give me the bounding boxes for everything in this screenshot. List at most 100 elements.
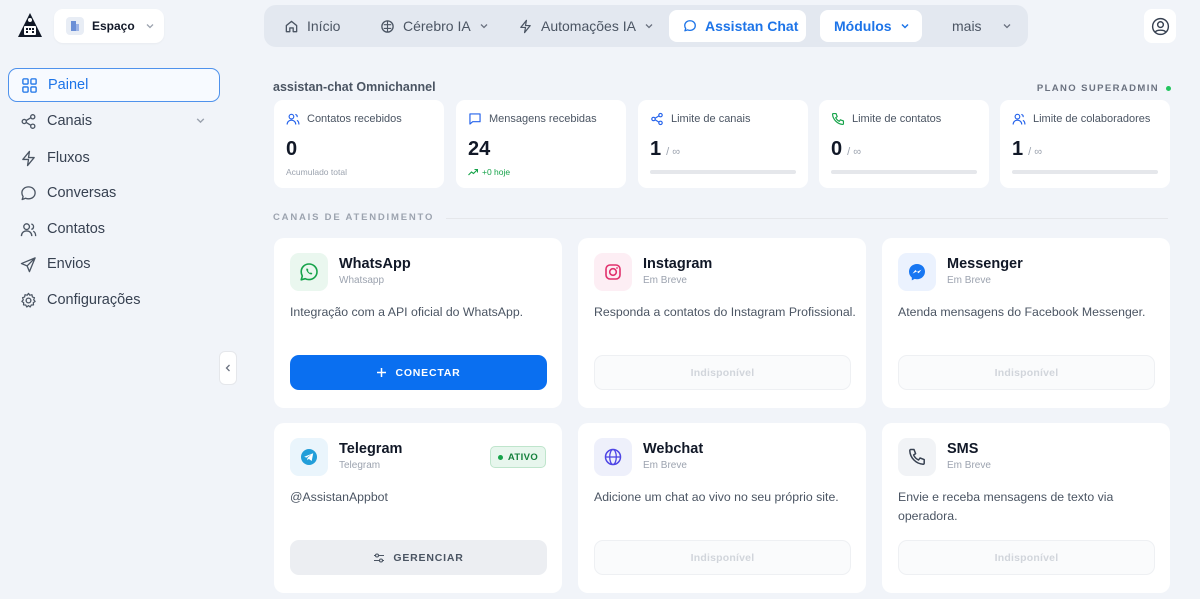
home-icon — [284, 19, 299, 34]
stat-value: 0 — [286, 138, 298, 160]
bolt-icon — [20, 150, 37, 167]
send-icon — [20, 256, 37, 273]
channel-name: Telegram — [339, 441, 403, 457]
usage-bar — [650, 170, 796, 174]
nav-automacoes-ia[interactable]: Automações IA — [504, 10, 656, 42]
phone-icon — [898, 438, 936, 476]
stat-limit: / ∞ — [847, 146, 862, 158]
sidebar-item-conversas[interactable]: Conversas — [8, 176, 220, 210]
whatsapp-icon — [290, 253, 328, 291]
sidebar-item-envios[interactable]: Envios — [8, 247, 220, 281]
channel-name: WhatsApp — [339, 256, 411, 272]
channel-card-telegram: Telegram Telegram ATIVO @AssistanAppbot … — [274, 423, 562, 593]
channel-subtitle: Telegram — [339, 460, 381, 471]
nav-inicio[interactable]: Início — [270, 10, 358, 42]
chevron-down-icon — [644, 21, 654, 31]
connect-button[interactable]: CONECTAR — [290, 355, 547, 390]
usage-bar — [831, 170, 977, 174]
channel-subtitle: Em Breve — [947, 275, 991, 286]
message-icon — [468, 112, 482, 126]
stat-card-limite-contatos: Limite de contatos 0/ ∞ — [819, 100, 989, 188]
channel-subtitle: Whatsapp — [339, 275, 385, 286]
status-dot — [497, 454, 503, 460]
nav-assistan-chat[interactable]: Assistan Chat — [669, 10, 806, 42]
stat-limit: / ∞ — [666, 146, 681, 158]
channel-description: Adicione um chat ao vivo no seu próprio … — [594, 490, 839, 504]
unavailable-button: Indisponível — [594, 540, 851, 575]
sidebar-collapse-button[interactable] — [219, 351, 237, 385]
unavailable-button: Indisponível — [898, 540, 1155, 575]
users-icon — [20, 221, 37, 238]
chevron-down-icon[interactable] — [195, 115, 206, 126]
sidebar-item-contatos[interactable]: Contatos — [8, 212, 220, 246]
user-menu-button[interactable] — [1144, 9, 1176, 43]
channel-description: @AssistanAppbot — [290, 490, 388, 504]
sliders-icon — [373, 552, 385, 564]
plan-badge: PLANO SUPERADMIN — [1037, 83, 1171, 94]
channel-card-whatsapp: WhatsApp Whatsapp Integração com a API o… — [274, 238, 562, 408]
workspace-selector[interactable]: Espaço — [54, 9, 164, 43]
chevron-down-icon — [479, 21, 489, 31]
section-title: CANAIS DE ATENDIMENTO — [273, 212, 435, 223]
chat-icon — [20, 185, 37, 202]
workspace-label: Espaço — [92, 19, 135, 33]
bolt-icon — [518, 19, 533, 34]
stat-value: 0 — [831, 138, 843, 160]
channel-name: Webchat — [643, 441, 704, 457]
chevron-down-icon — [900, 21, 910, 31]
user-plus-icon — [1012, 112, 1026, 126]
phone-icon — [831, 112, 845, 126]
channel-card-webchat: Webchat Em Breve Adicione um chat ao viv… — [578, 423, 866, 593]
channel-description: Envie e receba mensagens de texto via op… — [898, 490, 1114, 523]
channel-card-instagram: Instagram Em Breve Responda a contatos d… — [578, 238, 866, 408]
sidebar-item-canais[interactable]: Canais — [8, 104, 220, 138]
stat-subtext: Acumulado total — [286, 167, 347, 177]
sidebar-item-fluxos[interactable]: Fluxos — [8, 141, 220, 175]
unavailable-button: Indisponível — [898, 355, 1155, 390]
channel-name: Messenger — [947, 256, 1023, 272]
share-icon — [20, 113, 37, 130]
sidebar-item-painel[interactable]: Painel — [8, 68, 220, 102]
stat-subtext: +0 hoje — [468, 167, 614, 177]
plus-icon — [376, 367, 387, 378]
stat-value: 1 — [650, 138, 662, 160]
stat-value: 24 — [468, 138, 491, 160]
nav-modulos[interactable]: Módulos — [820, 10, 922, 42]
page-title: assistan-chat Omnichannel — [273, 80, 436, 94]
stat-card-limite-canais: Limite de canais 1/ ∞ — [638, 100, 808, 188]
messenger-icon — [898, 253, 936, 291]
app-logo[interactable] — [16, 11, 44, 39]
stat-value: 1 — [1012, 138, 1024, 160]
channel-name: SMS — [947, 441, 979, 457]
stat-card-contatos-recebidos: Contatos recebidos 0 Acumulado total — [274, 100, 444, 188]
channel-card-sms: SMS Em Breve Envie e receba mensagens de… — [882, 423, 1170, 593]
sidebar-item-configuracoes[interactable]: Configurações — [8, 283, 220, 317]
share-icon — [650, 112, 664, 126]
top-nav: Início Cérebro IA Automações IA Assistan… — [264, 5, 1028, 47]
unavailable-button: Indisponível — [594, 355, 851, 390]
gear-icon — [20, 292, 37, 309]
divider — [446, 218, 1168, 219]
users-icon — [286, 112, 300, 126]
trending-up-icon — [468, 168, 478, 176]
usage-bar — [1012, 170, 1158, 174]
nav-cerebro-ia[interactable]: Cérebro IA — [366, 10, 490, 42]
brain-icon — [380, 19, 395, 34]
building-icon — [66, 17, 84, 35]
status-badge: ATIVO — [490, 446, 546, 468]
instagram-icon — [594, 253, 632, 291]
stat-card-limite-colaboradores: Limite de colaboradores 1/ ∞ — [1000, 100, 1170, 188]
manage-button[interactable]: GERENCIAR — [290, 540, 547, 575]
channel-subtitle: Em Breve — [643, 275, 687, 286]
channel-card-messenger: Messenger Em Breve Atenda mensagens do F… — [882, 238, 1170, 408]
channel-subtitle: Em Breve — [947, 460, 991, 471]
nav-mais[interactable]: mais — [938, 10, 1018, 42]
chevron-down-icon — [1002, 21, 1012, 31]
sidebar: Painel Canais Fluxos Conversas Contatos … — [0, 58, 228, 599]
chat-icon — [683, 19, 697, 33]
channel-name: Instagram — [643, 256, 713, 272]
globe-icon — [594, 438, 632, 476]
user-circle-icon — [1151, 17, 1170, 36]
chevron-down-icon — [145, 21, 155, 31]
channel-subtitle: Em Breve — [643, 460, 687, 471]
